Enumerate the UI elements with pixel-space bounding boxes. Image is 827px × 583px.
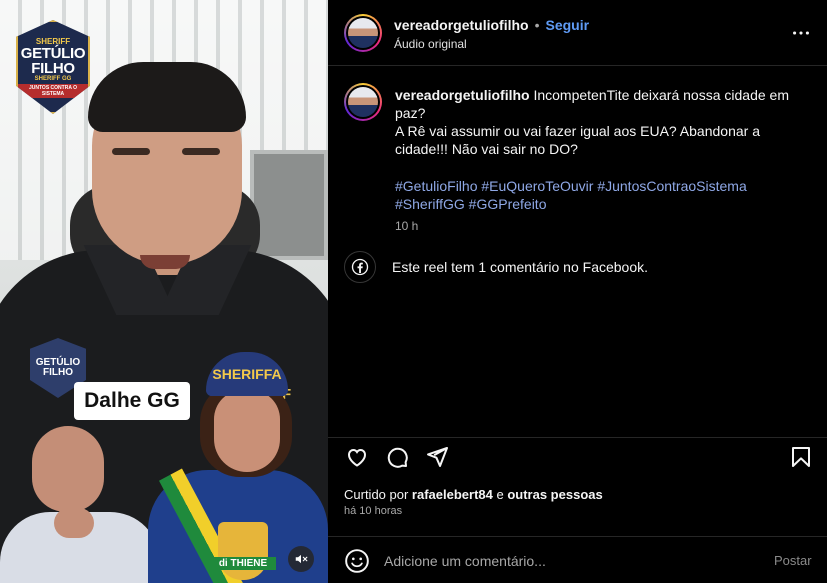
share-glyph: [427, 447, 448, 467]
hashtags[interactable]: #GetulioFilho #EuQueroTeOuvir #JuntosCon…: [395, 177, 795, 213]
post-timestamp[interactable]: há 10 horas: [344, 505, 402, 517]
likes-middle: e: [492, 487, 508, 502]
sticker-man-head: [32, 426, 104, 512]
caption-username[interactable]: vereadorgetuliofilho: [395, 87, 530, 103]
facebook-icon: [344, 251, 376, 283]
likes-others[interactable]: outras pessoas: [507, 487, 602, 502]
speaker-mouth: [140, 255, 190, 269]
caption-avatar[interactable]: [344, 83, 382, 121]
sticker-man-hand: [54, 508, 94, 538]
facebook-comment-note: Este reel tem 1 comentário no Facebook.: [344, 251, 648, 283]
caption-text-2: A Rê vai assumir ou vai fazer igual aos …: [395, 123, 760, 157]
sticker-woman-face: [214, 390, 280, 472]
sticker-woman-cap: SHERIFFA: [206, 352, 288, 396]
emoji-icon[interactable]: [344, 548, 370, 574]
follow-button[interactable]: Seguir: [545, 17, 589, 33]
share-icon[interactable]: [424, 444, 450, 470]
crest-label: di THIENE: [210, 557, 276, 570]
badge-line-3: FILHO: [31, 59, 75, 77]
badge-line-4: SHERIFF GG: [34, 75, 72, 82]
bookmark-icon[interactable]: [788, 444, 814, 470]
speaker-hair: [88, 62, 246, 132]
shirt-badge-line-2: FILHO: [43, 367, 73, 378]
reel-video[interactable]: SHERIFF GETÚLIO FILHO SHERIFF GG JUNTOS …: [0, 0, 328, 583]
likes-summary: Curtido por rafaelebert84 e outras pesso…: [344, 487, 603, 502]
comment-icon[interactable]: [384, 444, 410, 470]
emoji-glyph: [345, 549, 369, 573]
add-comment-bar: Postar: [328, 536, 827, 583]
comment-input[interactable]: [384, 548, 764, 574]
heart-glyph: [347, 448, 367, 467]
facebook-note-text: Este reel tem 1 comentário no Facebook.: [392, 259, 649, 275]
more-options-glyph: [793, 31, 809, 35]
audio-label[interactable]: Áudio original: [394, 37, 467, 51]
hashtags-line-2[interactable]: #SheriffGG #GGPrefeito: [395, 196, 546, 212]
post-header: vereadorgetuliofilho • Seguir Áudio orig…: [328, 0, 827, 66]
separator-dot: •: [534, 17, 540, 33]
author-avatar[interactable]: [344, 14, 382, 52]
heart-icon[interactable]: [344, 444, 370, 470]
sticker-man: [0, 420, 160, 583]
post-comment-button[interactable]: Postar: [774, 553, 812, 568]
muted-speaker-glyph: [295, 554, 308, 564]
action-bar: [328, 437, 827, 474]
bookmark-glyph: [792, 447, 810, 467]
badge-line-2: GETÚLIO: [20, 44, 86, 62]
facebook-glyph: [351, 258, 369, 276]
brow-right: [182, 148, 220, 155]
comment-glyph: [387, 447, 408, 468]
muted-speaker-icon[interactable]: [288, 546, 314, 572]
window: [250, 150, 328, 260]
hashtags-line-1[interactable]: #GetulioFilho #EuQueroTeOuvir #JuntosCon…: [395, 178, 747, 194]
caption-time: 10 h: [395, 219, 419, 233]
author-username[interactable]: vereadorgetuliofilho: [394, 17, 529, 33]
author-line: vereadorgetuliofilho • Seguir: [394, 17, 589, 33]
likes-user[interactable]: rafaelebert84: [412, 487, 493, 502]
post-caption: vereadorgetuliofilho IncompetenTite deix…: [395, 86, 795, 158]
likes-prefix: Curtido por: [344, 487, 412, 502]
brow-left: [112, 148, 150, 155]
sticker-woman-crest: [218, 522, 268, 580]
comments-section[interactable]: vereadorgetuliofilho IncompetenTite deix…: [328, 67, 827, 437]
post-panel: vereadorgetuliofilho • Seguir Áudio orig…: [328, 0, 827, 583]
more-options-icon[interactable]: [790, 22, 812, 44]
